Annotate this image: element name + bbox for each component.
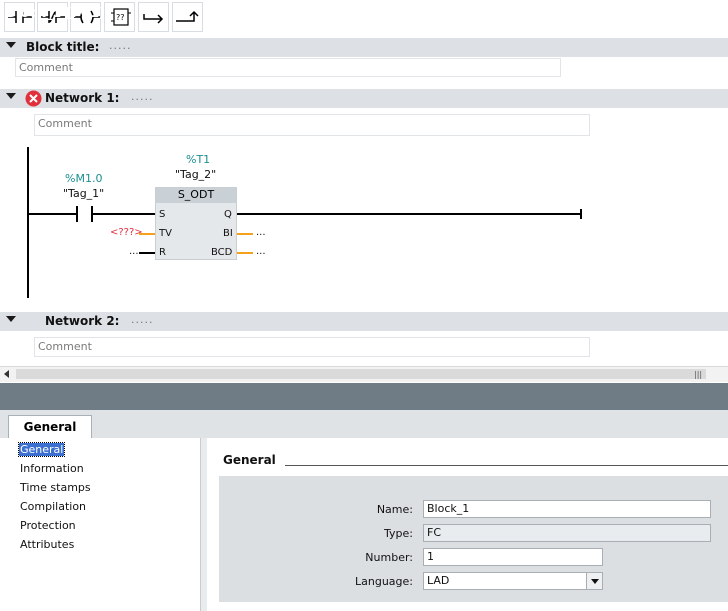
- network2-title: Network 2:: [45, 314, 120, 328]
- network1-title: Network 1:: [45, 91, 120, 105]
- ladder-toolbar: ??: [0, 0, 728, 36]
- dropdown-button[interactable]: [586, 573, 602, 589]
- section-title: General: [223, 453, 276, 467]
- empty-box-icon: ??: [111, 8, 131, 26]
- block-title-bar[interactable]: Block title: .....: [0, 38, 728, 57]
- rung-wire: [29, 213, 76, 215]
- timer-type: S_ODT: [156, 188, 236, 203]
- nav-item-general[interactable]: General: [17, 442, 66, 457]
- number-label: Number:: [365, 551, 413, 564]
- bi-value[interactable]: ...: [256, 227, 266, 238]
- nav-item-time-stamps[interactable]: Time stamps: [20, 481, 91, 494]
- block-title-label: Block title:: [26, 40, 100, 54]
- pin-q: Q: [224, 209, 232, 220]
- bcd-value[interactable]: ...: [256, 246, 266, 257]
- pin-bi: BI: [223, 228, 233, 239]
- network2-title-value[interactable]: .....: [131, 313, 153, 326]
- network1-comment-field[interactable]: Comment: [34, 114, 590, 136]
- properties-tabbar: [0, 410, 728, 438]
- timer-block[interactable]: S_ODT S TV R Q BI BCD: [155, 187, 237, 260]
- contact-address[interactable]: %M1.0: [65, 172, 102, 185]
- rung-wire: [93, 213, 155, 215]
- timer-address[interactable]: %T1: [186, 153, 210, 166]
- name-field[interactable]: Block_1: [423, 500, 711, 518]
- collapse-arrow-icon[interactable]: [6, 42, 16, 48]
- pin-bcd: BCD: [211, 247, 233, 258]
- block-title-value[interactable]: .....: [109, 39, 131, 52]
- grip-icon: |||: [694, 370, 703, 379]
- network1-title-value[interactable]: .....: [131, 90, 153, 103]
- empty-box-button[interactable]: ??: [104, 2, 135, 32]
- nav-item-attributes[interactable]: Attributes: [20, 538, 74, 551]
- close-branch-button[interactable]: [172, 2, 203, 32]
- empty-box-glyph: ??: [116, 13, 125, 22]
- timer-tag[interactable]: "Tag_2": [175, 168, 216, 181]
- rung-end: [580, 209, 582, 219]
- bi-wire: [237, 233, 253, 235]
- collapse-arrow-icon[interactable]: [6, 93, 16, 99]
- contact-left-plate[interactable]: [76, 206, 78, 222]
- open-branch-button[interactable]: [138, 2, 169, 32]
- open-branch-icon: [143, 14, 164, 24]
- chevron-down-icon: [591, 579, 599, 584]
- network2-bar[interactable]: Network 2: .....: [0, 312, 728, 331]
- horizontal-scrollbar[interactable]: |||: [0, 366, 728, 382]
- power-rail: [27, 147, 29, 298]
- bcd-wire: [237, 252, 253, 254]
- network1-bar[interactable]: Network 1: .....: [0, 89, 728, 108]
- properties-header: [0, 383, 728, 410]
- collapse-arrow-icon[interactable]: [6, 316, 16, 322]
- pin-s: S: [159, 209, 166, 220]
- type-label: Type:: [384, 527, 413, 540]
- r-wire: [139, 252, 155, 254]
- rung-wire-out: [237, 213, 581, 215]
- number-field[interactable]: 1: [423, 548, 603, 566]
- language-label: Language:: [355, 575, 413, 588]
- pin-tv: TV: [159, 228, 172, 239]
- language-value: LAD: [427, 574, 450, 587]
- tab-general[interactable]: General: [8, 415, 92, 438]
- type-field: FC: [423, 524, 711, 542]
- pane-splitter[interactable]: [200, 438, 207, 611]
- close-branch-icon: [176, 10, 199, 22]
- name-label: Name:: [376, 503, 413, 516]
- properties-title: Block_1 [FC1]: [6, 6, 106, 21]
- properties-nav: General Information Time stamps Compilat…: [0, 438, 200, 611]
- contact-tag[interactable]: "Tag_1": [63, 187, 104, 200]
- r-value[interactable]: ...: [129, 246, 139, 257]
- tv-value[interactable]: <???>: [110, 227, 143, 238]
- nav-item-information[interactable]: Information: [20, 462, 84, 475]
- scroll-thumb[interactable]: [16, 369, 706, 379]
- pin-r: R: [159, 247, 166, 258]
- language-select[interactable]: LAD: [423, 572, 603, 590]
- network2-comment-field[interactable]: Comment: [34, 337, 590, 357]
- error-icon: [25, 90, 42, 107]
- nav-item-protection[interactable]: Protection: [20, 519, 76, 532]
- scroll-left-icon[interactable]: [4, 370, 9, 378]
- tv-wire: [139, 233, 155, 235]
- block-comment-field[interactable]: Comment: [15, 58, 561, 77]
- nav-item-compilation[interactable]: Compilation: [20, 500, 86, 513]
- section-divider: [285, 465, 728, 466]
